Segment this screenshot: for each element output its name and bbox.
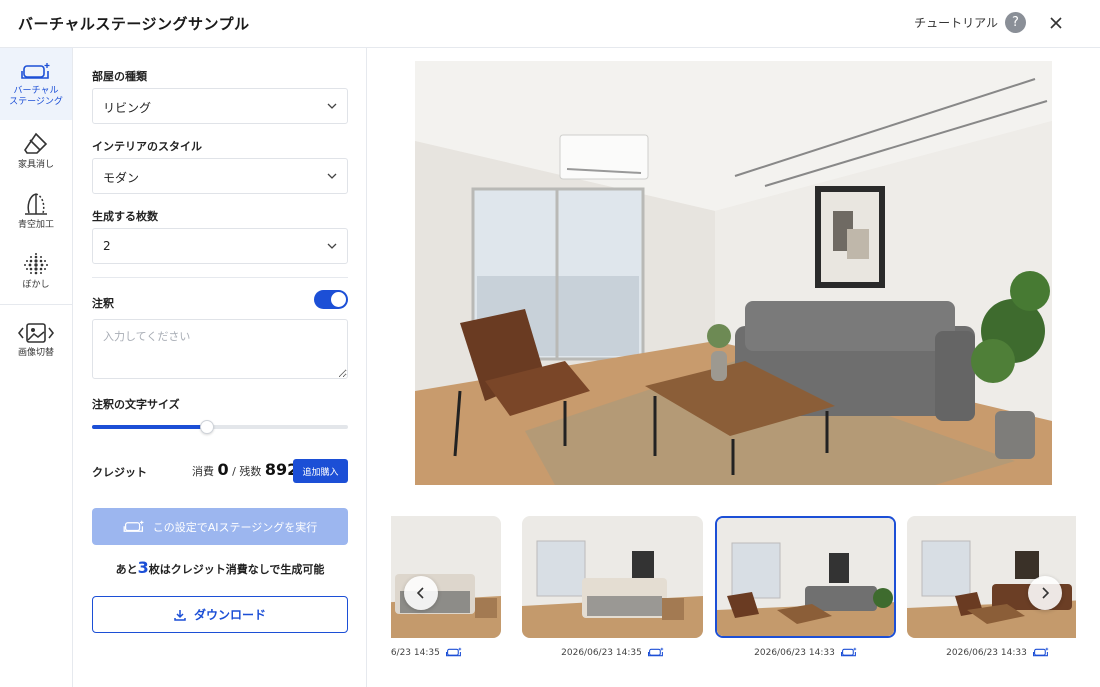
thumbnail-1[interactable] xyxy=(391,516,501,638)
font-size-label: 注釈の文字サイズ xyxy=(92,398,180,411)
close-icon xyxy=(1050,17,1062,29)
download-icon xyxy=(174,609,186,621)
credit-used-label: 消費 xyxy=(192,465,214,478)
thumbnail-prev-button[interactable] xyxy=(404,576,438,610)
sofa-sparkle-icon xyxy=(21,63,50,79)
thumbnail-4-date-text: 2026/06/23 14:33 xyxy=(946,647,1027,658)
thumbnail-3-date: 2026/06/23 14:33 xyxy=(715,647,896,658)
annotation-toggle[interactable] xyxy=(314,290,348,309)
room-type-label: 部屋の種類 xyxy=(92,70,147,83)
rail-item-virtual-staging[interactable]: バーチャル ステージング xyxy=(0,48,72,120)
count-select[interactable]: 2 xyxy=(92,228,348,264)
annotation-label: 注釈 xyxy=(92,297,114,310)
credit-separator: / xyxy=(232,465,236,478)
rail-item-furniture-erase[interactable]: 家具消し xyxy=(0,132,72,171)
annotation-input[interactable] xyxy=(92,319,348,379)
sofa-sparkle-icon xyxy=(840,647,857,657)
run-staging-label: この設定でAIステージングを実行 xyxy=(152,520,318,534)
thumbnail-image xyxy=(522,516,703,638)
header: バーチャルステージングサンプル チュートリアル ? xyxy=(0,0,1100,48)
count-label: 生成する枚数 xyxy=(92,210,158,223)
chevron-down-icon xyxy=(327,173,337,179)
thumbnail-4-date: 2026/06/23 14:33 xyxy=(907,647,1076,658)
toggle-knob xyxy=(331,292,346,307)
slider-fill xyxy=(92,425,208,429)
count-value: 2 xyxy=(103,239,111,253)
sofa-sparkle-icon xyxy=(123,520,144,532)
rail-label-furniture-erase: 家具消し xyxy=(17,160,54,170)
room-type-value: リビング xyxy=(103,101,152,115)
tutorial-button[interactable]: チュートリアル ? xyxy=(914,12,1026,33)
thumbnail-1-date-text: 2026/06/23 14:35 xyxy=(391,647,440,658)
thumbnail-2-date: 2026/06/23 14:35 xyxy=(522,647,703,658)
eraser-icon xyxy=(24,132,48,154)
rail-item-image-switch[interactable]: 画像切替 xyxy=(0,322,72,359)
sofa-sparkle-icon xyxy=(1032,647,1049,657)
rail-label-virtual-staging: バーチャル ステージング xyxy=(9,86,63,107)
run-staging-button[interactable]: この設定でAIステージングを実行 xyxy=(92,508,348,545)
download-label: ダウンロード xyxy=(193,608,266,622)
buy-credit-button[interactable]: 追加購入 xyxy=(293,459,348,483)
tool-rail: バーチャル ステージング 家具消し 青空加工 ぼかし 画像切替 xyxy=(0,48,73,687)
settings-panel: 部屋の種類 リビング インテリアのスタイル モダン 生成する枚数 2 注釈 注釈… xyxy=(74,48,367,687)
blur-dots-icon xyxy=(24,253,48,275)
thumbnail-2-date-text: 2026/06/23 14:35 xyxy=(561,647,642,658)
chevron-down-icon xyxy=(327,243,337,249)
close-button[interactable] xyxy=(1044,11,1068,35)
preview-image xyxy=(415,61,1052,485)
thumbnail-strip: 2026/06/23 14:35 2026/06/23 14:35 xyxy=(391,514,1076,674)
slider-thumb[interactable] xyxy=(200,420,215,434)
chevron-down-icon xyxy=(327,103,337,109)
download-button[interactable]: ダウンロード xyxy=(92,596,348,633)
rail-item-blue-sky[interactable]: 青空加工 xyxy=(0,192,72,231)
chevron-right-icon xyxy=(1042,587,1049,599)
living-room-photo xyxy=(415,61,1052,485)
rail-item-blur[interactable]: ぼかし xyxy=(0,252,72,291)
credit-label: クレジット xyxy=(92,466,147,479)
remain-suffix: 枚はクレジット消費なしで生成可能 xyxy=(148,563,325,576)
image-switch-icon xyxy=(18,323,54,343)
app-title: バーチャルステージングサンプル xyxy=(18,15,250,33)
rail-divider xyxy=(0,304,72,305)
credit-used-value: 0 xyxy=(217,460,229,479)
thumbnail-2[interactable] xyxy=(522,516,703,638)
free-remaining-note: あと3枚はクレジット消費なしで生成可能 xyxy=(92,558,348,577)
credit-remaining-label: 残数 xyxy=(239,465,262,478)
remain-count: 3 xyxy=(137,558,149,577)
thumbnail-image xyxy=(391,516,501,638)
thumbnail-3-date-text: 2026/06/23 14:33 xyxy=(754,647,835,658)
thumbnail-3[interactable] xyxy=(715,516,896,638)
thumbnail-image xyxy=(717,518,894,636)
thumbnail-1-date: 2026/06/23 14:35 xyxy=(391,647,501,658)
remain-prefix: あと xyxy=(115,563,138,576)
sofa-sparkle-icon xyxy=(647,647,664,657)
chevron-left-icon xyxy=(417,587,424,599)
rail-label-blur: ぼかし xyxy=(22,280,50,290)
rail-label-image-switch: 画像切替 xyxy=(17,348,54,358)
panel-divider xyxy=(92,277,348,278)
help-icon: ? xyxy=(1005,12,1026,33)
rail-label-blue-sky: 青空加工 xyxy=(17,220,54,230)
tutorial-label: チュートリアル xyxy=(914,16,998,30)
room-type-select[interactable]: リビング xyxy=(92,88,348,124)
style-label: インテリアのスタイル xyxy=(92,140,202,153)
sofa-sparkle-icon xyxy=(445,647,462,657)
font-size-slider[interactable] xyxy=(92,420,348,434)
thumbnail-next-button[interactable] xyxy=(1028,576,1062,610)
credit-summary: 消費 0 / 残数 892 xyxy=(192,460,298,479)
style-select[interactable]: モダン xyxy=(92,158,348,194)
style-value: モダン xyxy=(103,171,140,185)
sky-icon xyxy=(25,193,47,215)
